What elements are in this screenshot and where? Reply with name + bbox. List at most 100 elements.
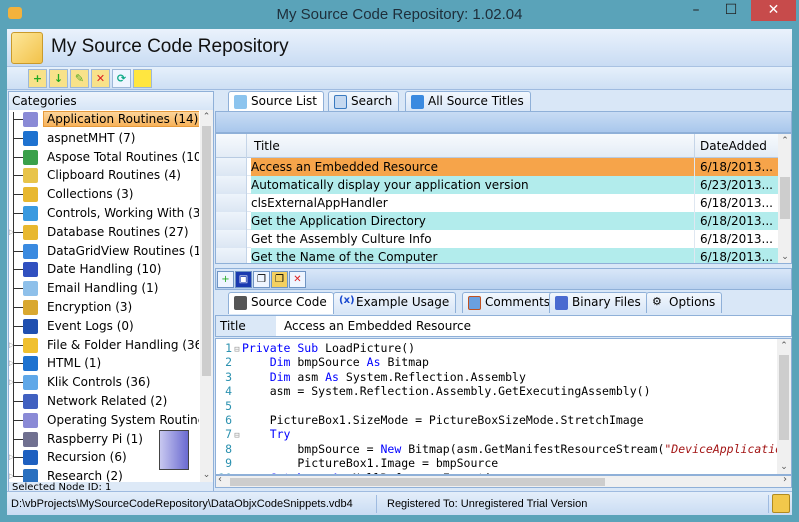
tree-line	[13, 112, 14, 477]
gear-icon: ⚙	[652, 295, 662, 308]
code-editor[interactable]: 1 ⊟ Private Sub LoadPicture() 2 Dim bmpSour…	[215, 338, 792, 475]
tree-connector	[13, 212, 23, 214]
tree-connector	[13, 363, 23, 365]
table-row[interactable]: Access an Embedded Resource 6/18/2013...	[216, 158, 778, 176]
paste-icon[interactable]: ❐	[271, 271, 288, 288]
title-field-row: Title Access an Embedded Resource	[215, 315, 792, 337]
add-category-icon[interactable]: +	[28, 69, 47, 88]
row-header[interactable]	[216, 176, 247, 194]
table-row[interactable]: clsExternalAppHandler 6/18/2013...	[216, 194, 778, 212]
line-number: 1	[225, 341, 232, 355]
table-row[interactable]: Automatically display your application v…	[216, 176, 778, 194]
tree-scrollbar[interactable]: ⌃ ⌄	[200, 110, 213, 482]
table-row[interactable]: Get the Name of the Computer 6/18/2013...	[216, 248, 778, 263]
code-vertical-scrollbar[interactable]: ⌃ ⌄	[777, 339, 791, 474]
tab-binary-files[interactable]: Binary Files	[549, 292, 648, 313]
tree-node-label: Network Related (2)	[47, 393, 168, 408]
scroll-down-icon[interactable]: ⌄	[200, 470, 213, 480]
grid-scrollbar[interactable]: ⌃ ⌄	[778, 134, 791, 263]
scroll-up-icon[interactable]: ⌃	[777, 341, 791, 351]
tree-node[interactable]: Operating System Routines (	[9, 411, 199, 430]
scroll-up-icon[interactable]: ⌃	[778, 136, 791, 146]
tree-node-label: Collections (3)	[47, 187, 134, 202]
column-title[interactable]: Title	[254, 139, 280, 153]
category-icon	[23, 281, 38, 297]
tree-connector	[13, 476, 23, 478]
new-icon[interactable]: +	[217, 271, 234, 288]
tree-node[interactable]: DataGridView Routines (1)	[9, 242, 199, 261]
row-header[interactable]	[216, 158, 247, 176]
minimize-button[interactable]: –	[681, 0, 711, 21]
import-icon[interactable]: ↓	[49, 69, 68, 88]
scroll-down-icon[interactable]: ⌄	[778, 252, 791, 262]
delete-category-icon[interactable]: ✕	[91, 69, 110, 88]
table-row[interactable]: Get the Assembly Culture Info 6/18/2013..…	[216, 230, 778, 248]
copy-icon[interactable]: ❐	[253, 271, 270, 288]
scroll-thumb[interactable]	[779, 355, 789, 440]
category-tree[interactable]: Application Routines (14) aspnetMHT (7) As…	[9, 110, 199, 482]
maximize-button[interactable]: ☐	[716, 0, 746, 21]
tree-node[interactable]: Email Handling (1)	[9, 279, 199, 298]
tree-node-label: Research (2)	[47, 469, 123, 482]
comment-icon[interactable]	[133, 69, 152, 88]
database-path: D:\vbProjects\MySourceCodeRepository\Dat…	[7, 495, 377, 513]
grid-header: Title DateAdded	[216, 134, 778, 158]
scroll-thumb[interactable]	[230, 478, 605, 486]
row-header[interactable]	[216, 212, 247, 230]
tree-node-label: Event Logs (0)	[47, 318, 134, 333]
tab-options[interactable]: ⚙ Options	[646, 292, 723, 313]
tree-node[interactable]: aspnetMHT (7)	[9, 129, 199, 148]
tree-node[interactable]: Clipboard Routines (4)	[9, 166, 199, 185]
source-tabs: Source List Search All Source Titles	[215, 91, 792, 113]
save-icon[interactable]: ▣	[235, 271, 252, 288]
edit-category-icon[interactable]: ✎	[70, 69, 89, 88]
code-horizontal-scrollbar[interactable]: ‹ ›	[215, 474, 792, 488]
refresh-icon[interactable]: ⟳	[112, 69, 131, 88]
scroll-up-icon[interactable]: ⌃	[200, 112, 213, 122]
scroll-thumb[interactable]	[202, 126, 211, 376]
tree-node[interactable]: Date Handling (10)	[9, 260, 199, 279]
tab-label: Binary Files	[572, 295, 641, 309]
row-header[interactable]	[216, 194, 247, 212]
table-row[interactable]: Get the Application Directory 6/18/2013..…	[216, 212, 778, 230]
code-text: PictureBox1.Image = bmpSource	[242, 456, 499, 471]
tab-comments[interactable]: Comments	[462, 292, 558, 313]
tree-node[interactable]: Encryption (3)	[9, 298, 199, 317]
tree-node[interactable]: ▷ Database Routines (27)	[9, 223, 199, 242]
close-button[interactable]: ✕	[751, 0, 796, 21]
snippet-toolbar: + ▣ ❐ ❐ ✕	[215, 268, 792, 290]
code-text: Try	[269, 427, 291, 442]
tree-node[interactable]: ▷ Klik Controls (36)	[9, 373, 199, 392]
tree-node[interactable]: Application Routines (14)	[9, 110, 199, 129]
scroll-thumb[interactable]	[780, 177, 790, 219]
delete-icon[interactable]: ✕	[289, 271, 306, 288]
column-dateadded[interactable]: DateAdded	[694, 134, 767, 158]
scroll-down-icon[interactable]: ⌄	[777, 462, 791, 472]
line-number: 9	[225, 456, 232, 471]
tab-example-usage[interactable]: (x) Example Usage	[333, 292, 457, 313]
category-icon	[23, 112, 38, 127]
settings-gear-icon[interactable]	[772, 494, 790, 513]
tab-all-source-titles[interactable]: All Source Titles	[405, 91, 531, 112]
title-input[interactable]: Access an Embedded Resource	[284, 319, 471, 333]
tab-search[interactable]: Search	[328, 91, 400, 112]
category-icon	[23, 187, 38, 203]
tree-node[interactable]: Aspose Total Routines (10)	[9, 148, 199, 167]
document-icon	[234, 95, 247, 109]
tree-node[interactable]: Controls, Working With (3)	[9, 204, 199, 223]
cell-date: 6/18/2013...	[694, 194, 778, 212]
row-header[interactable]	[216, 248, 247, 263]
tree-node[interactable]: ▷ HTML (1)	[9, 354, 199, 373]
tree-node[interactable]: ▷ File & Folder Handling (36)	[9, 336, 199, 355]
code-line: 5	[216, 399, 242, 413]
category-icon	[23, 318, 38, 334]
scroll-right-icon[interactable]: ›	[783, 474, 787, 485]
tree-connector	[13, 344, 23, 346]
row-header[interactable]	[216, 230, 247, 248]
tree-node[interactable]: Network Related (2)	[9, 392, 199, 411]
tree-node[interactable]: Event Logs (0)	[9, 317, 199, 336]
tab-source-list[interactable]: Source List	[228, 91, 325, 113]
tab-source-code[interactable]: Source Code	[228, 292, 334, 314]
tree-node[interactable]: Collections (3)	[9, 185, 199, 204]
scroll-left-icon[interactable]: ‹	[218, 474, 222, 485]
